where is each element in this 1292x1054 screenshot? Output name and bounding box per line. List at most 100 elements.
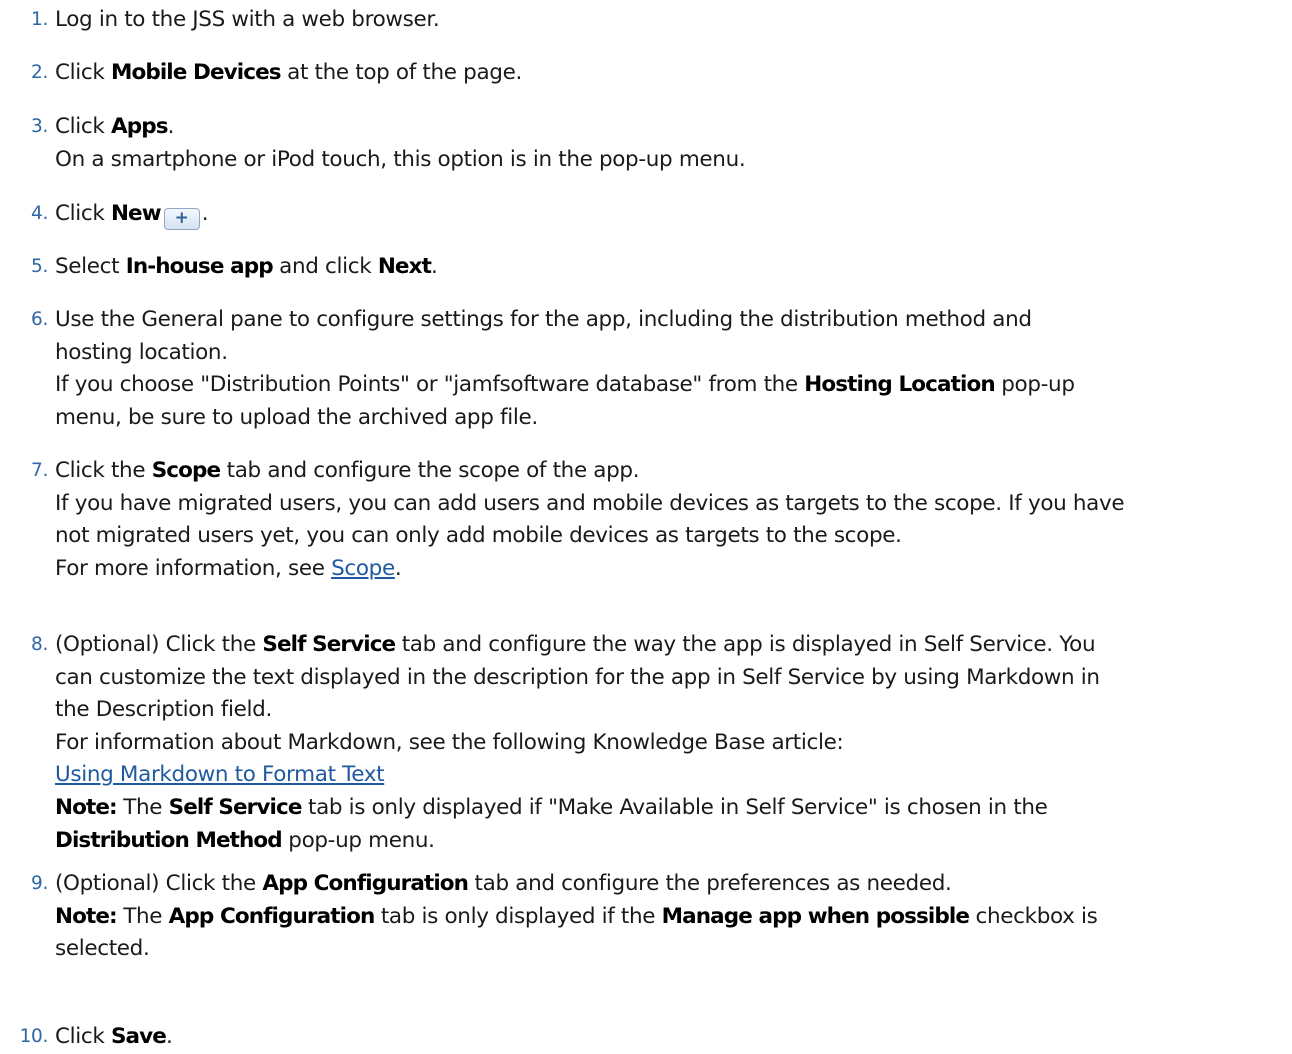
ui-term: Manage app when possible — [661, 903, 970, 929]
text-run: hosting location. — [55, 339, 228, 365]
ui-term: App Configuration — [262, 871, 469, 896]
step-number: 9. — [31, 873, 48, 894]
text-run: Click — [55, 1024, 111, 1049]
text-run: Click — [55, 114, 111, 139]
text-run: menu, be sure to upload the archived app… — [55, 404, 538, 430]
text-run: selected. — [55, 936, 150, 962]
text-run: can customize the text displayed in the … — [55, 664, 1100, 690]
text-run: and click — [272, 254, 378, 279]
ui-term: Mobile Devices — [110, 60, 282, 85]
text-run: pop-up — [994, 372, 1075, 398]
ui-term: App Configuration — [168, 903, 376, 929]
ui-term: Note: — [55, 903, 118, 929]
text-run: . — [167, 114, 175, 139]
step-number: 2. — [31, 62, 48, 83]
text-run: For more information, see — [55, 555, 332, 581]
step-line: Click the Scope tab and configure the sc… — [55, 455, 1280, 488]
text-run: tab and configure the scope of the app. — [220, 458, 640, 483]
text-run: pop-up menu. — [281, 827, 435, 853]
step-line: Using Markdown to Format Text — [55, 759, 1280, 792]
ui-term: Distribution Method — [55, 827, 283, 853]
step-body: Click New +. — [55, 198, 1280, 231]
ui-term: Save — [110, 1024, 167, 1049]
step-line: Note: The App Configuration tab is only … — [55, 901, 1280, 934]
step-number: 10. — [19, 1026, 49, 1047]
text-run: at the top of the page. — [280, 60, 522, 85]
scope-link[interactable]: Scope — [331, 556, 395, 581]
text-run: On a smartphone or iPod touch, this opti… — [55, 146, 746, 172]
text-run: (Optional) Click the — [55, 632, 263, 657]
text-run: not migrated users yet, you can only add… — [55, 523, 902, 549]
step-number: 7. — [31, 460, 48, 481]
text-run: If you choose "Distribution Points" or "… — [55, 372, 805, 398]
step-body: Click Apps. On a smartphone or iPod touch… — [55, 111, 1280, 176]
step-number: 8. — [31, 634, 48, 655]
step-line: Use the General pane to configure settin… — [55, 304, 1280, 337]
text-run: tab is only displayed if the — [374, 903, 662, 929]
text-run: . — [430, 254, 438, 279]
ui-term: In-house app — [125, 254, 274, 279]
text-run: Click the — [55, 458, 152, 483]
step-body: (Optional) Click the Self Service tab an… — [55, 629, 1280, 857]
step-line: Distribution Method pop-up menu. — [55, 825, 1280, 858]
step-line: Click Apps. — [55, 111, 1280, 144]
step-number: 5. — [31, 256, 48, 277]
ui-term: Scope — [151, 458, 221, 483]
step-number: 3. — [31, 116, 48, 137]
step-line: menu, be sure to upload the archived app… — [55, 402, 1280, 435]
ui-term: Next — [377, 254, 432, 279]
text-run: Click — [55, 60, 111, 85]
text-run: . — [201, 201, 209, 226]
text-run: (Optional) Click the — [55, 871, 263, 896]
step-body: Use the General pane to configure settin… — [55, 304, 1280, 434]
text-run: Click — [55, 201, 111, 226]
step-body: Click the Scope tab and configure the sc… — [55, 455, 1280, 585]
step-line: (Optional) Click the Self Service tab an… — [55, 629, 1280, 662]
step-line: On a smartphone or iPod touch, this opti… — [55, 144, 1280, 177]
text-run: the Description field. — [55, 697, 272, 723]
text-run: checkbox is — [969, 903, 1098, 929]
ui-term: New — [110, 201, 162, 226]
step-line: If you have migrated users, you can add … — [55, 488, 1280, 521]
step-line: not migrated users yet, you can only add… — [55, 520, 1280, 553]
step-number: 6. — [31, 309, 48, 330]
step-line: can customize the text displayed in the … — [55, 662, 1280, 695]
text-run: If you have migrated users, you can add … — [55, 490, 1125, 516]
step-line: Note: The Self Service tab is only displ… — [55, 792, 1280, 825]
step-body: (Optional) Click the App Configuration t… — [55, 868, 1280, 966]
step-line: Click Mobile Devices at the top of the p… — [55, 57, 1280, 90]
ui-term: Hosting Location — [804, 372, 995, 398]
markdown-article-link[interactable]: Using Markdown to Format Text — [55, 762, 385, 787]
text-run: For information about Markdown, see the … — [55, 729, 844, 755]
text-run: tab and configure the way the app is dis… — [395, 632, 1096, 657]
step-line: (Optional) Click the App Configuration t… — [55, 868, 1280, 901]
text-run: . — [165, 1024, 173, 1049]
text-run: Use the General pane to configure settin… — [55, 307, 1032, 332]
ui-term: Apps — [110, 114, 169, 139]
step-body: Select In-house app and click Next. — [55, 251, 1280, 284]
step-line: Click New +. — [55, 198, 1280, 231]
step-body: Click Mobile Devices at the top of the p… — [55, 57, 1280, 90]
step-line: For more information, see Scope. — [55, 553, 1280, 586]
step-line: For information about Markdown, see the … — [55, 727, 1280, 760]
ui-term: Self Service — [262, 632, 396, 657]
step-body: Log in to the JSS with a web browser. — [55, 4, 1280, 37]
text-run: Log in to the JSS with a web browser. — [55, 7, 440, 32]
text-run: . — [394, 555, 402, 581]
text-run: Select — [55, 254, 126, 279]
step-line: Select In-house app and click Next. — [55, 251, 1280, 284]
step-line: selected. — [55, 933, 1280, 966]
step-line: If you choose "Distribution Points" or "… — [55, 369, 1280, 402]
step-body: Click Save. — [55, 1021, 1280, 1054]
ui-term: Note: — [55, 794, 118, 820]
text-run: tab is only displayed if "Make Available… — [301, 794, 1048, 820]
step-line: hosting location. — [55, 337, 1280, 370]
text-run: tab and configure the preferences as nee… — [468, 871, 952, 896]
text-run: The — [116, 903, 169, 929]
new-plus-icon: + — [163, 208, 200, 230]
step-line: Log in to the JSS with a web browser. — [55, 4, 1280, 37]
step-line: Click Save. — [55, 1021, 1280, 1054]
step-number: 4. — [31, 203, 48, 224]
ui-term: Self Service — [168, 794, 303, 820]
text-run: The — [116, 794, 169, 820]
